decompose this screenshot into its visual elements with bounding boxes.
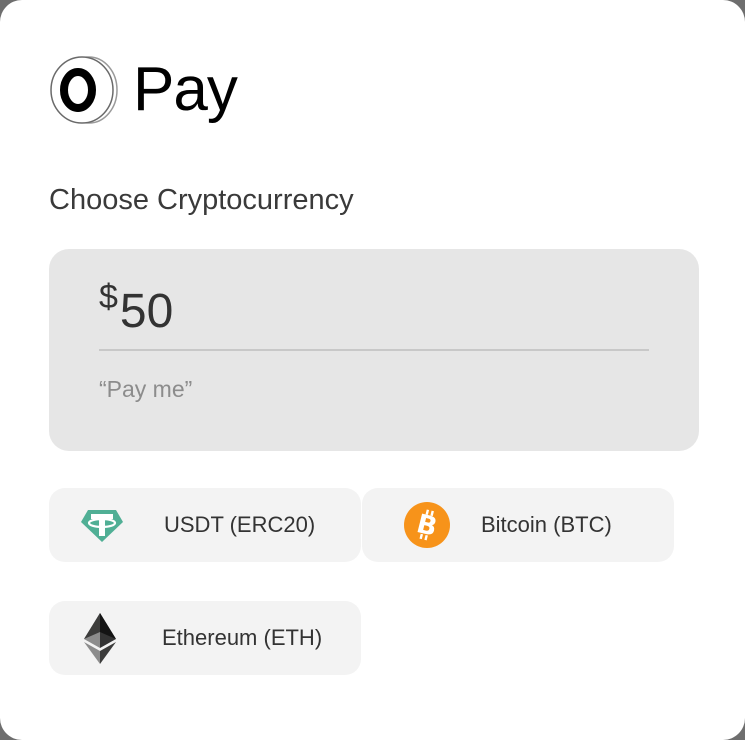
payment-note: “Pay me” xyxy=(99,376,193,402)
bitcoin-option-label: Bitcoin (BTC) xyxy=(481,512,612,537)
o-ring-logo-icon xyxy=(50,56,118,124)
amount-panel: $ 50 “Pay me” xyxy=(49,249,699,451)
amount-divider xyxy=(99,349,649,351)
ethereum-option-label: Ethereum (ETH) xyxy=(162,625,323,650)
page-title: Choose Cryptocurrency xyxy=(49,184,354,216)
tether-icon xyxy=(81,510,123,542)
usdt-option-label: USDT (ERC20) xyxy=(164,512,316,537)
amount-display[interactable]: $ 50 xyxy=(99,277,173,345)
ethereum-option-button[interactable]: Ethereum (ETH) xyxy=(49,601,361,675)
brand-logo: Pay xyxy=(49,54,238,126)
bitcoin-option-button[interactable]: B Bitcoin (BTC) xyxy=(362,488,674,562)
bitcoin-icon: B xyxy=(404,502,450,548)
brand-name: Pay xyxy=(133,55,238,124)
usdt-option-button[interactable]: USDT (ERC20) xyxy=(49,488,361,562)
amount-value[interactable]: 50 xyxy=(120,279,173,345)
currency-symbol: $ xyxy=(99,278,118,316)
ethereum-icon xyxy=(84,613,116,664)
payment-card: Pay Choose Cryptocurrency $ 50 “Pay me” … xyxy=(0,0,745,740)
